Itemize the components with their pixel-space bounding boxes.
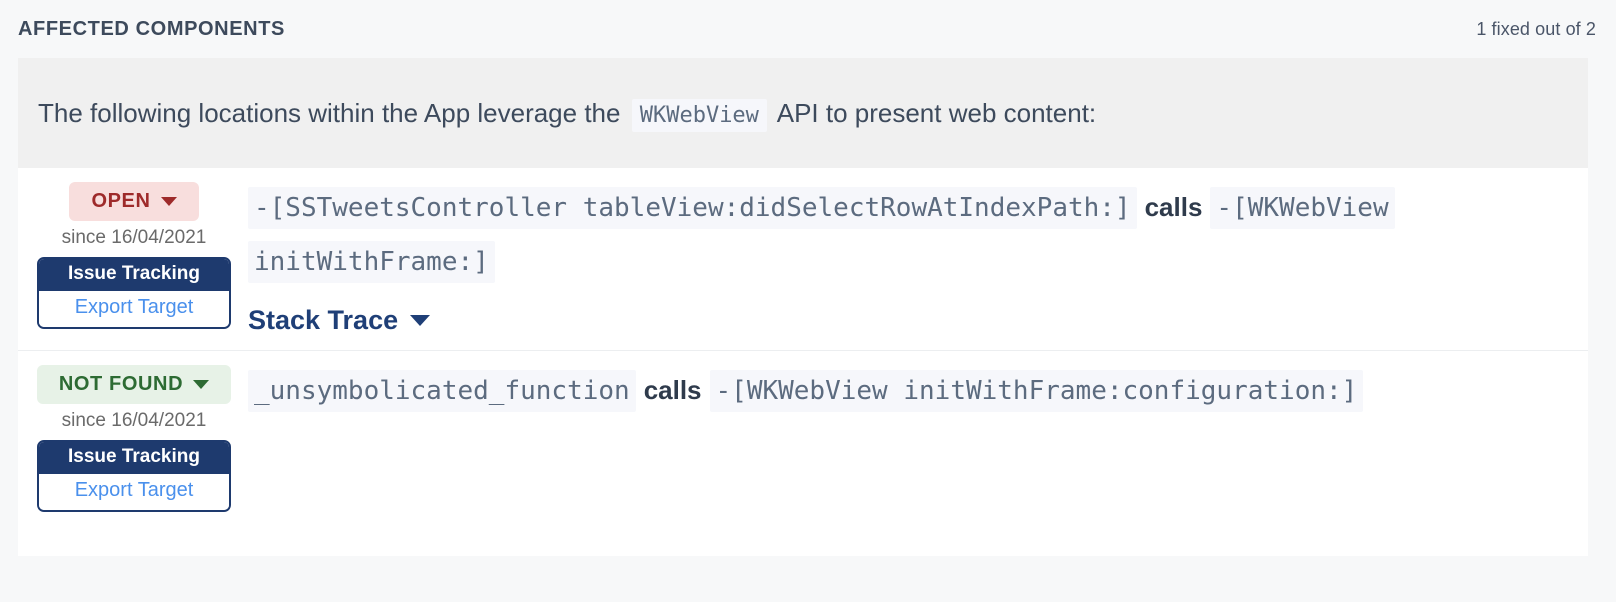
status-badge-label: NOT FOUND: [58, 373, 184, 395]
relation-label: calls: [635, 375, 710, 405]
chevron-down-icon: [193, 380, 210, 389]
affected-components-card: The following locations within the App l…: [18, 58, 1588, 556]
description-text-before: The following locations within the App l…: [38, 97, 621, 128]
since-label: since 16/04/2021: [61, 410, 207, 431]
fixed-count-status: 1 fixed out of 2: [1476, 18, 1596, 39]
issue-tracking-box: Issue Tracking Export Target: [37, 257, 231, 329]
api-name-chip: WKWebView: [631, 98, 767, 132]
export-target-link[interactable]: Export Target: [39, 474, 229, 510]
description-banner: The following locations within the App l…: [18, 58, 1588, 168]
status-badge[interactable]: NOT FOUND: [36, 365, 232, 404]
status-badge-label: OPEN: [91, 190, 151, 212]
table-row: NOT FOUND since 16/04/2021 Issue Trackin…: [18, 350, 1588, 526]
issue-tracking-header: Issue Tracking: [39, 442, 229, 474]
row-call-column: -[SSTweetsController tableView:didSelect…: [248, 182, 1588, 336]
row-status-column: NOT FOUND since 16/04/2021 Issue Trackin…: [18, 365, 248, 512]
relation-label: calls: [1136, 192, 1211, 222]
caller-symbol: -[SSTweetsController tableView:didSelect…: [248, 187, 1137, 229]
chevron-down-icon: [160, 197, 177, 206]
stack-trace-label: Stack Trace: [248, 305, 399, 335]
row-status-column: OPEN since 16/04/2021 Issue Tracking Exp…: [18, 182, 248, 329]
description-text-after: API to present web content:: [776, 97, 1097, 128]
description-text: The following locations within the App l…: [38, 97, 1097, 132]
issue-tracking-box: Issue Tracking Export Target: [37, 440, 231, 512]
table-row: OPEN since 16/04/2021 Issue Tracking Exp…: [18, 168, 1588, 350]
call-expression: -[SSTweetsController tableView:didSelect…: [248, 184, 1568, 293]
caller-symbol: _unsymbolicated_function: [248, 370, 636, 412]
row-call-column: _unsymbolicated_function calls -[WKWebView…: [248, 365, 1588, 422]
export-target-link[interactable]: Export Target: [39, 291, 229, 327]
affected-components-panel: AFFECTED COMPONENTS 1 fixed out of 2 The…: [0, 0, 1616, 602]
section-header: AFFECTED COMPONENTS 1 fixed out of 2: [0, 0, 1616, 58]
issue-tracking-header: Issue Tracking: [39, 259, 229, 291]
stack-trace-toggle[interactable]: Stack Trace: [248, 305, 431, 336]
chevron-down-icon: [410, 315, 431, 326]
call-expression: _unsymbolicated_function calls -[WKWebView…: [248, 367, 1568, 422]
status-badge[interactable]: OPEN: [69, 182, 199, 221]
since-label: since 16/04/2021: [61, 227, 207, 248]
page-title: AFFECTED COMPONENTS: [18, 17, 285, 40]
callee-symbol: -[WKWebView initWithFrame:configuration:…: [709, 370, 1364, 412]
affected-components-list: OPEN since 16/04/2021 Issue Tracking Exp…: [18, 168, 1588, 556]
